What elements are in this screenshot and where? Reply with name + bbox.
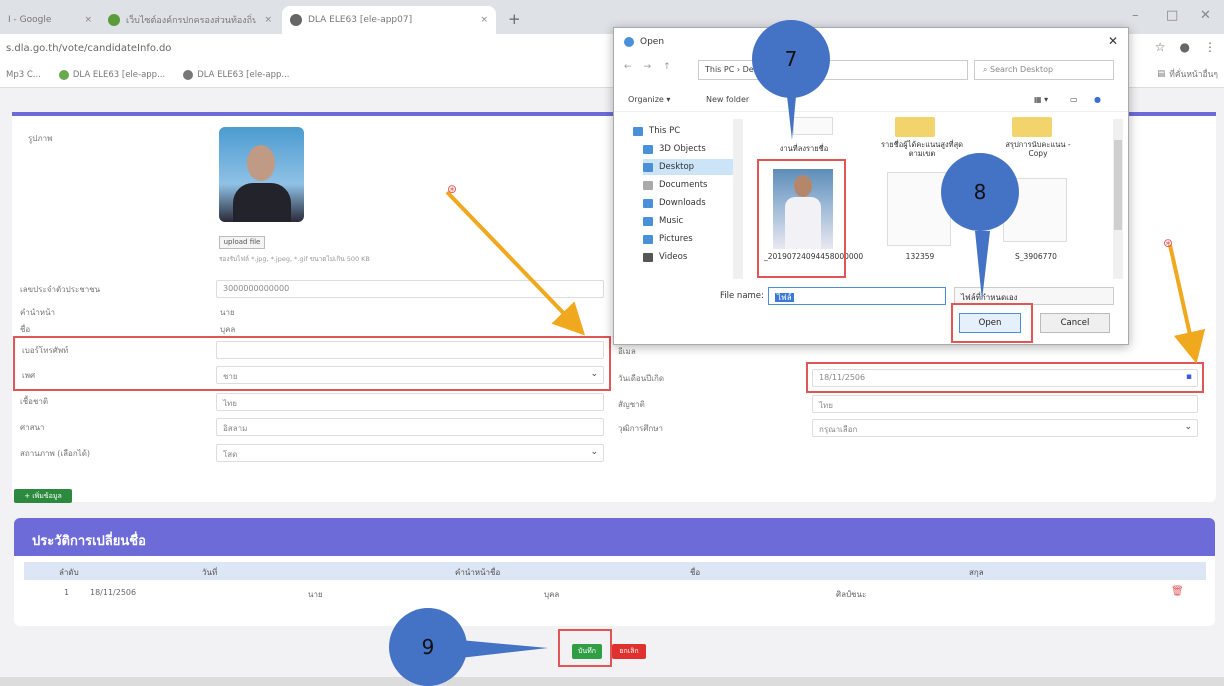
step-7-callout: 7 (752, 20, 830, 98)
arrow-to-phone (445, 190, 586, 336)
callout-pointer-9 (460, 640, 548, 658)
arrow-to-birthdate (1168, 244, 1206, 364)
callout-pointer-8 (975, 231, 990, 300)
annotation-arrows: ⊛ ⊛ (445, 96, 1206, 658)
asterisk-icon: ⊛ (447, 182, 457, 196)
asterisk-icon: ⊛ (1163, 236, 1173, 250)
step-9-callout: 9 (389, 608, 467, 686)
callout-pointer-7 (787, 96, 796, 140)
step-8-callout: 8 (941, 153, 1019, 231)
